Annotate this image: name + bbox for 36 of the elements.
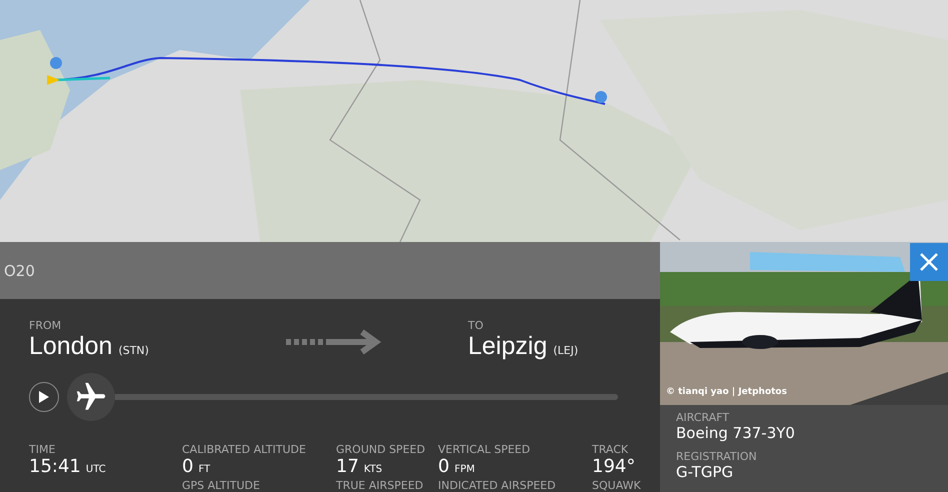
stat-value: 0 bbox=[438, 456, 450, 477]
arrow-icon bbox=[286, 329, 382, 355]
stat-value: 17 bbox=[336, 456, 359, 477]
destination-code: (LEJ) bbox=[553, 344, 578, 357]
info-value: Boeing 737-3Y0 bbox=[676, 424, 796, 442]
info-label: AIRCRAFT bbox=[676, 411, 730, 424]
stat-label: GPS ALTITUDE bbox=[182, 479, 261, 492]
stat-value: 15:41 bbox=[29, 456, 81, 477]
stat-label: TIME bbox=[29, 443, 56, 456]
info-label: REGISTRATION bbox=[676, 450, 758, 463]
stat-label: INDICATED AIRSPEED bbox=[438, 479, 557, 492]
to-label: TO bbox=[468, 319, 484, 332]
stat-value: 194° bbox=[592, 456, 636, 477]
progress-thumb[interactable] bbox=[67, 373, 115, 421]
stat-label: VERTICAL SPEED bbox=[438, 443, 532, 456]
origin-code: (STN) bbox=[118, 344, 149, 357]
from-label: FROM bbox=[29, 319, 62, 332]
stat-unit: KTS bbox=[364, 464, 382, 475]
info-value: G-TGPG bbox=[676, 463, 734, 481]
stat-unit: FT bbox=[198, 464, 210, 475]
photo-credit: © tianqi yao | Jetphotos bbox=[666, 387, 787, 397]
play-button[interactable] bbox=[29, 382, 59, 412]
stat-value: 0 bbox=[182, 456, 194, 477]
close-icon bbox=[919, 252, 939, 272]
stat-label: CALIBRATED ALTITUDE bbox=[182, 443, 307, 456]
origin-city: London bbox=[29, 332, 112, 361]
stat-label: TRUE AIRSPEED bbox=[336, 479, 424, 492]
stat-unit: UTC bbox=[86, 464, 106, 475]
stat-label: TRACK bbox=[592, 443, 630, 456]
close-button[interactable] bbox=[910, 243, 948, 281]
play-icon bbox=[39, 391, 49, 403]
destination-city: Leipzig bbox=[468, 332, 548, 361]
stat-label: GROUND SPEED bbox=[336, 443, 426, 456]
stat-unit: FPM bbox=[454, 464, 475, 475]
stat-label: SQUAWK bbox=[592, 479, 642, 492]
flight-callsign: O20 bbox=[4, 262, 35, 280]
